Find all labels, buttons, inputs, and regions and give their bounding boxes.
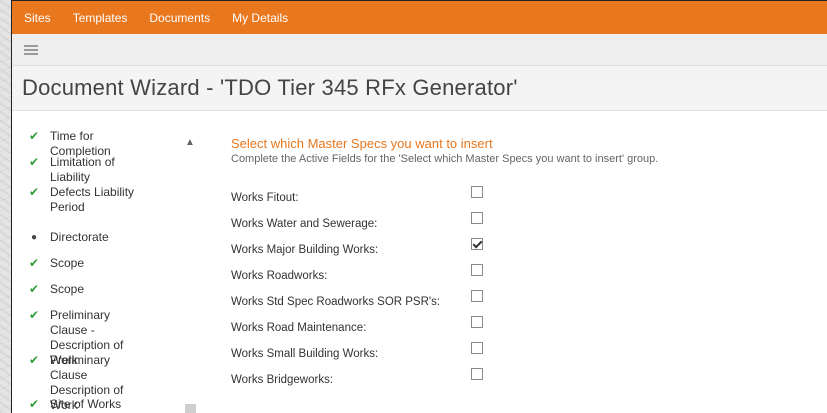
nav-documents[interactable]: Documents (149, 11, 210, 25)
checkmark-icon: ✔ (28, 353, 40, 367)
field-row: Works Fitout: (231, 186, 821, 212)
sidebar-step-label: Defects Liability Period (50, 185, 135, 214)
field-checkbox[interactable] (471, 316, 483, 328)
checkmark-icon: ✔ (28, 308, 40, 322)
nav-my-details[interactable]: My Details (232, 11, 288, 25)
checkmark-icon: ✔ (28, 256, 40, 270)
field-label: Works Major Building Works: (231, 244, 379, 256)
field-checkbox[interactable] (471, 368, 483, 380)
section-subheading: Complete the Active Fields for the 'Sele… (231, 153, 659, 165)
sidebar-step-label: Limitation of Liability (50, 155, 115, 184)
field-row: Works Road Maintenance: (231, 316, 821, 342)
field-label: Works Small Building Works: (231, 348, 379, 360)
field-label: Works Std Spec Roadworks SOR PSR's: (231, 296, 441, 308)
sidebar-step-label: Directorate (50, 230, 109, 244)
field-checkbox[interactable] (471, 290, 483, 302)
toolbar (12, 34, 827, 66)
field-checkbox[interactable] (471, 238, 483, 250)
checkmark-icon: ✔ (28, 185, 40, 199)
field-checkbox[interactable] (471, 342, 483, 354)
field-label: Works Water and Sewerage: (231, 218, 378, 230)
sidebar-step-label: Site of Works (50, 397, 122, 411)
field-list: Works Fitout: Works Water and Sewerage: Wo… (231, 186, 821, 394)
app-window: Sites Templates Documents My Details Doc… (11, 0, 827, 413)
field-label: Works Bridgeworks: (231, 374, 334, 386)
sidebar-step-item[interactable]: ✔ Defects Liability Period (12, 185, 162, 215)
title-bar: Document Wizard - 'TDO Tier 345 RFx Gene… (12, 66, 827, 111)
field-row: Works Major Building Works: (231, 238, 821, 264)
field-checkbox[interactable] (471, 264, 483, 276)
field-row: Works Small Building Works: (231, 342, 821, 368)
nav-sites[interactable]: Sites (24, 11, 51, 25)
checkmark-icon: ✔ (28, 397, 40, 411)
field-row: Works Roadworks: (231, 264, 821, 290)
field-row: Works Std Spec Roadworks SOR PSR's: (231, 290, 821, 316)
field-row: Works Bridgeworks: (231, 368, 821, 394)
sidebar-scrollbar[interactable]: ▲ (182, 125, 198, 413)
checkmark-icon: ✔ (28, 155, 40, 169)
sidebar-step-item[interactable]: ✔ Site of Works (12, 397, 162, 412)
field-label: Works Roadworks: (231, 270, 328, 282)
sidebar-step-item[interactable]: ✔ Limitation of Liability (12, 155, 162, 185)
sidebar-step-item[interactable]: ✔ Scope (12, 282, 162, 297)
top-navigation: Sites Templates Documents My Details (12, 1, 827, 34)
field-label: Works Fitout: (231, 192, 299, 204)
section-heading: Select which Master Specs you want to in… (231, 136, 493, 151)
sidebar-step-item[interactable]: ● Directorate (12, 230, 162, 245)
sidebar-step-label: Scope (50, 282, 85, 296)
field-checkbox[interactable] (471, 186, 483, 198)
bullet-icon: ● (30, 232, 38, 243)
hamburger-menu-icon[interactable] (24, 43, 38, 57)
sidebar-step-item[interactable]: ✔ Scope (12, 256, 162, 271)
sidebar-step-label: Scope (50, 256, 85, 270)
main-content: Select which Master Specs you want to in… (231, 125, 821, 394)
wizard-step-sidebar: ✔ Time for Completion ✔ Limitation of Liabi… (12, 125, 198, 413)
checkmark-icon: ✔ (28, 129, 40, 143)
sidebar-step-label: Time for Completion (50, 129, 111, 158)
checkmark-icon: ✔ (28, 282, 40, 296)
scroll-up-chevron-icon[interactable]: ▲ (185, 137, 195, 148)
field-row: Works Water and Sewerage: (231, 212, 821, 238)
field-checkbox[interactable] (471, 212, 483, 224)
field-label: Works Road Maintenance: (231, 322, 367, 334)
page-title: Document Wizard - 'TDO Tier 345 RFx Gene… (22, 75, 518, 100)
nav-templates[interactable]: Templates (73, 11, 128, 25)
